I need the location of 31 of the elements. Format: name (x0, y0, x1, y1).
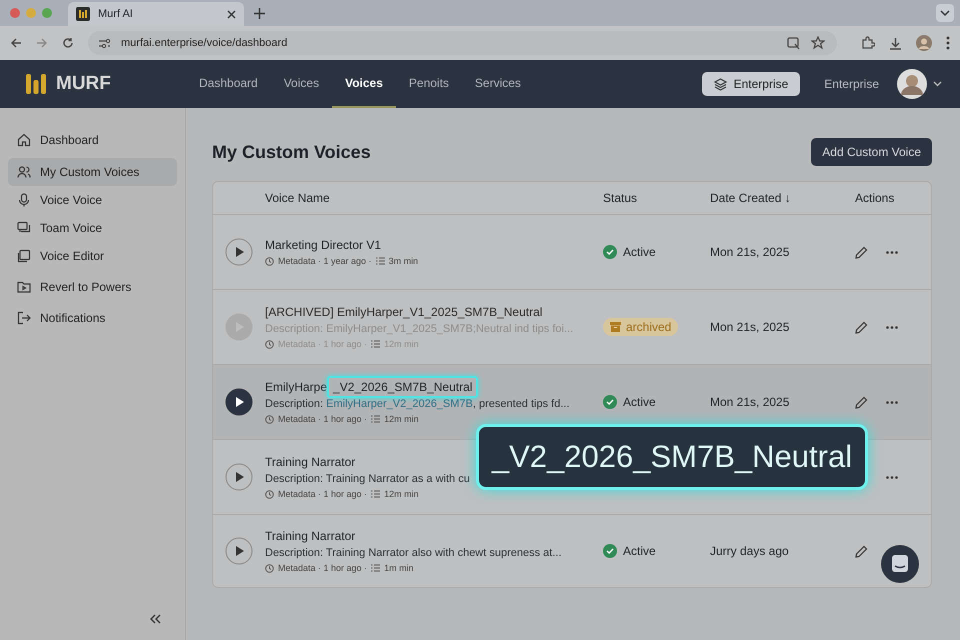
voice-description: Description: Training Narrator also with chewt supreness at... (265, 547, 563, 559)
page-title: My Custom Voices (212, 142, 371, 162)
status-active: Active (603, 245, 710, 259)
status-active: Active (603, 395, 710, 409)
voice-metadata: Metadata · 1 year ago · (278, 256, 372, 266)
date-created: Mon 21s, 2025 (710, 320, 790, 334)
plan-label: Enterprise (824, 77, 879, 91)
voice-name: [ARCHIVED] EmilyHarper_V1_2025_SM7B_Neutral (265, 305, 544, 319)
voice-duration: 12m min (384, 489, 419, 499)
column-header: Voice Name (265, 191, 331, 205)
date-created: Mon 21s, 2025 (710, 245, 790, 259)
voice-description: Description: Training Narrator as a with cu (265, 473, 471, 485)
status-active: Active (603, 544, 710, 558)
date-created: Mon 21s, 2025 (710, 395, 790, 409)
voice-name: Training Narrator (265, 529, 356, 543)
voice-name: Marketing Director V1 (265, 238, 382, 252)
column-header: Status (603, 191, 638, 205)
status-badge: archived (603, 318, 678, 336)
voice-duration: 3m min (388, 256, 418, 266)
voice-duration: 1m min (384, 563, 414, 573)
column-header: Actions (855, 191, 894, 205)
zoomed-text-tooltip: _V2_2026_SM7B_Neutral (476, 424, 868, 490)
date-created: Jurry days ago (710, 544, 790, 558)
url-text: murfai.enterprise/voice/dashboard (121, 37, 288, 49)
brand-name: MURF (56, 73, 111, 95)
voice-duration: 12m min (384, 414, 419, 424)
voice-metadata: Metadata · 1 hor ago · (278, 563, 368, 573)
voice-description: Description: EmilyHarper_V2_2026_SM7B, presented tips fd... (265, 398, 571, 410)
voice-name: Training Narrator (265, 455, 356, 469)
voice-metadata: Metadata · 1 hor ago · (278, 414, 368, 424)
voice-metadata: Metadata · 1 hor ago · (278, 489, 368, 499)
